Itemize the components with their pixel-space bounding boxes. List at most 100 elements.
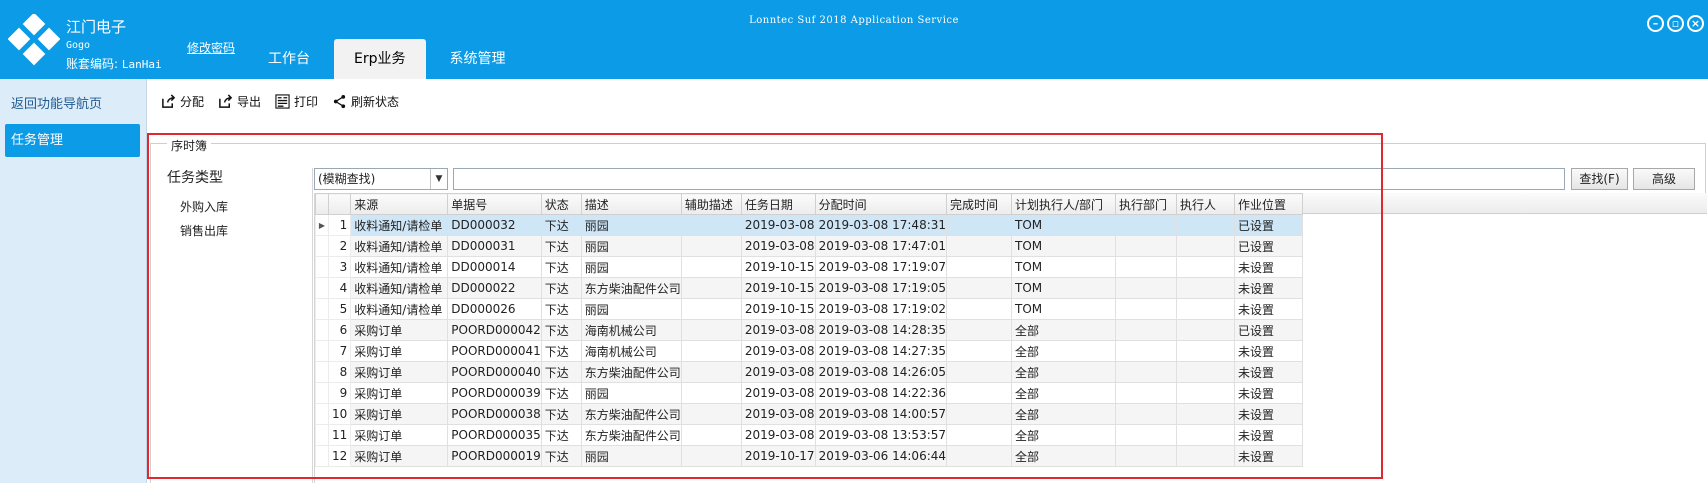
cell-exec[interactable] bbox=[1176, 382, 1236, 404]
cell-aux[interactable] bbox=[680, 277, 742, 299]
cell-loc[interactable]: 未设置 bbox=[1234, 445, 1304, 467]
cell-status[interactable]: 下达 bbox=[540, 403, 582, 425]
cell-desc[interactable]: 海南机械公司 bbox=[580, 340, 682, 362]
cell-source[interactable]: 采购订单 bbox=[350, 445, 449, 467]
restore-icon[interactable]: ▫ bbox=[1667, 15, 1684, 32]
cell-source[interactable]: 采购订单 bbox=[350, 319, 449, 341]
task-type-sales-outbound[interactable]: 销售出库 bbox=[180, 222, 228, 239]
cell-desc[interactable]: 丽园 bbox=[580, 256, 682, 278]
cell-status[interactable]: 下达 bbox=[540, 256, 582, 278]
cell-done[interactable] bbox=[946, 403, 1013, 425]
table-row[interactable]: 6 采购订单 POORD000042 下达 海南机械公司 2019-03-08 2019-0… bbox=[315, 319, 1304, 341]
cell-desc[interactable]: 海南机械公司 bbox=[580, 319, 682, 341]
cell-aux[interactable] bbox=[680, 340, 742, 362]
cell-doc[interactable]: POORD000039 bbox=[447, 382, 542, 404]
cell-date[interactable]: 2019-03-08 bbox=[740, 235, 816, 257]
cell-dept[interactable] bbox=[1115, 382, 1178, 404]
cell-done[interactable] bbox=[946, 298, 1013, 320]
cell-plan[interactable]: 全部 bbox=[1011, 361, 1117, 383]
cell-status[interactable]: 下达 bbox=[540, 424, 582, 446]
cell-assigned[interactable]: 2019-03-08 14:26:05 bbox=[814, 361, 948, 383]
cell-status[interactable]: 下达 bbox=[540, 319, 582, 341]
cell-done[interactable] bbox=[946, 424, 1013, 446]
cell-date[interactable]: 2019-10-15 bbox=[740, 277, 816, 299]
cell-done[interactable] bbox=[946, 277, 1013, 299]
cell-done[interactable] bbox=[946, 235, 1013, 257]
cell-plan[interactable]: 全部 bbox=[1011, 319, 1117, 341]
cell-loc[interactable]: 未设置 bbox=[1234, 340, 1304, 362]
cell-done[interactable] bbox=[946, 445, 1013, 467]
cell-aux[interactable] bbox=[680, 445, 742, 467]
column-header[interactable]: 状态 bbox=[540, 193, 582, 215]
cell-assigned[interactable]: 2019-03-08 17:19:05 bbox=[814, 277, 948, 299]
cell-desc[interactable]: 丽园 bbox=[580, 298, 682, 320]
cell-assigned[interactable]: 2019-03-08 17:19:02 bbox=[814, 298, 948, 320]
cell-desc[interactable]: 丽园 bbox=[580, 445, 682, 467]
column-header[interactable]: 执行部门 bbox=[1115, 193, 1178, 215]
cell-doc[interactable]: POORD000042 bbox=[447, 319, 542, 341]
cell-source[interactable]: 收料通知/请检单 bbox=[350, 256, 449, 278]
cell-plan[interactable]: TOM bbox=[1011, 214, 1117, 236]
cell-assigned[interactable]: 2019-03-08 14:22:36 bbox=[814, 382, 948, 404]
sidebar-item-task-management[interactable]: 任务管理 bbox=[5, 124, 140, 157]
sidebar-item-back-to-navigation[interactable]: 返回功能导航页 bbox=[5, 88, 140, 121]
cell-status[interactable]: 下达 bbox=[540, 382, 582, 404]
cell-doc[interactable]: DD000031 bbox=[447, 235, 542, 257]
cell-date[interactable]: 2019-10-15 bbox=[740, 298, 816, 320]
cell-exec[interactable] bbox=[1176, 361, 1236, 383]
cell-plan[interactable]: TOM bbox=[1011, 235, 1117, 257]
refresh-status-button[interactable]: 刷新状态 bbox=[332, 93, 399, 110]
cell-status[interactable]: 下达 bbox=[540, 340, 582, 362]
cell-plan[interactable]: 全部 bbox=[1011, 403, 1117, 425]
cell-exec[interactable] bbox=[1176, 214, 1236, 236]
cell-plan[interactable]: 全部 bbox=[1011, 424, 1117, 446]
change-password-link[interactable]: 修改密码 bbox=[187, 39, 235, 56]
table-row[interactable]: 4 收料通知/请检单 DD000022 下达 东方柴油配件公司 2019-10-15 201… bbox=[315, 277, 1304, 299]
cell-dept[interactable] bbox=[1115, 214, 1178, 236]
table-row[interactable]: 8 采购订单 POORD000040 下达 东方柴油配件公司 2019-03-08 2019… bbox=[315, 361, 1304, 383]
cell-dept[interactable] bbox=[1115, 319, 1178, 341]
cell-doc[interactable]: POORD000040 bbox=[447, 361, 542, 383]
search-mode-select[interactable]: (模糊查找) ▼ bbox=[314, 168, 448, 190]
cell-dept[interactable] bbox=[1115, 277, 1178, 299]
cell-desc[interactable]: 丽园 bbox=[580, 235, 682, 257]
cell-assigned[interactable]: 2019-03-08 14:00:57 bbox=[814, 403, 948, 425]
cell-exec[interactable] bbox=[1176, 277, 1236, 299]
cell-dept[interactable] bbox=[1115, 235, 1178, 257]
cell-assigned[interactable]: 2019-03-06 14:06:44 bbox=[814, 445, 948, 467]
cell-plan[interactable]: TOM bbox=[1011, 256, 1117, 278]
column-header[interactable]: 来源 bbox=[350, 193, 449, 215]
minimize-icon[interactable]: – bbox=[1647, 15, 1664, 32]
cell-date[interactable]: 2019-03-08 bbox=[740, 424, 816, 446]
cell-aux[interactable] bbox=[680, 256, 742, 278]
advanced-button[interactable]: 高级 bbox=[1633, 168, 1695, 190]
table-row[interactable]: 10 采购订单 POORD000038 下达 东方柴油配件公司 2019-03-08 201… bbox=[315, 403, 1304, 425]
cell-loc[interactable]: 未设置 bbox=[1234, 277, 1304, 299]
cell-done[interactable] bbox=[946, 214, 1013, 236]
cell-doc[interactable]: POORD000041 bbox=[447, 340, 542, 362]
chevron-down-icon[interactable]: ▼ bbox=[430, 169, 447, 189]
cell-assigned[interactable]: 2019-03-08 17:48:31 bbox=[814, 214, 948, 236]
cell-assigned[interactable]: 2019-03-08 14:27:35 bbox=[814, 340, 948, 362]
cell-loc[interactable]: 未设置 bbox=[1234, 298, 1304, 320]
cell-exec[interactable] bbox=[1176, 445, 1236, 467]
cell-assigned[interactable]: 2019-03-08 14:28:35 bbox=[814, 319, 948, 341]
cell-assigned[interactable]: 2019-03-08 17:47:01 bbox=[814, 235, 948, 257]
cell-source[interactable]: 收料通知/请检单 bbox=[350, 298, 449, 320]
cell-done[interactable] bbox=[946, 382, 1013, 404]
table-row[interactable]: 9 采购订单 POORD000039 下达 丽园 2019-03-08 2019-03-08… bbox=[315, 382, 1304, 404]
cell-desc[interactable]: 东方柴油配件公司 bbox=[580, 277, 682, 299]
cell-loc[interactable]: 未设置 bbox=[1234, 256, 1304, 278]
column-header[interactable]: 计划执行人/部门 bbox=[1011, 193, 1117, 215]
column-header[interactable]: 任务日期 bbox=[740, 193, 816, 215]
cell-doc[interactable]: POORD000035 bbox=[447, 424, 542, 446]
cell-doc[interactable]: DD000026 bbox=[447, 298, 542, 320]
cell-date[interactable]: 2019-03-08 bbox=[740, 214, 816, 236]
cell-date[interactable]: 2019-10-17 bbox=[740, 445, 816, 467]
cell-date[interactable]: 2019-03-08 bbox=[740, 382, 816, 404]
cell-desc[interactable]: 丽园 bbox=[580, 214, 682, 236]
cell-status[interactable]: 下达 bbox=[540, 214, 582, 236]
cell-plan[interactable]: TOM bbox=[1011, 298, 1117, 320]
cell-exec[interactable] bbox=[1176, 340, 1236, 362]
cell-desc[interactable]: 东方柴油配件公司 bbox=[580, 424, 682, 446]
